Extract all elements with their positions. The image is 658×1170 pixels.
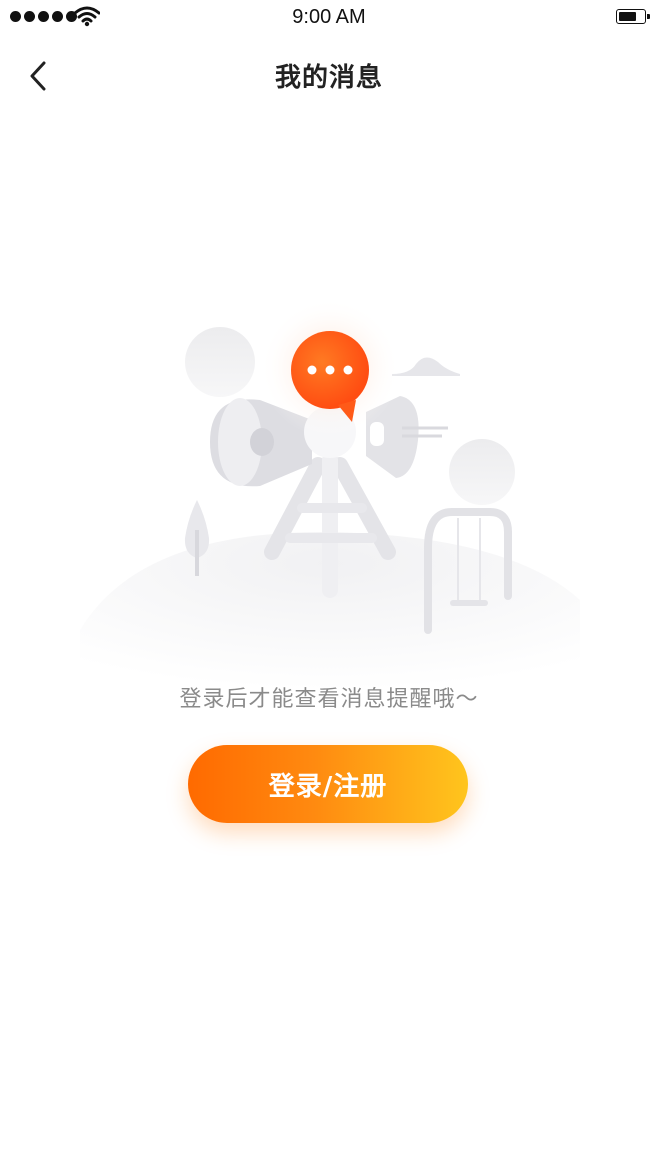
login-register-button-label: 登录/注册 [268, 771, 388, 802]
login-register-button[interactable]: 登录/注册 [188, 745, 468, 823]
status-bar: 9:00 AM [0, 0, 658, 36]
battery-icon [616, 9, 650, 24]
nav-bar: 我的消息 [0, 40, 658, 110]
login-hint-text: 登录后才能查看消息提醒哦～ [179, 687, 479, 712]
page-title: 我的消息 [274, 63, 383, 93]
megaphone-tower-icon [80, 300, 580, 690]
status-time: 9:00 AM [292, 6, 366, 28]
